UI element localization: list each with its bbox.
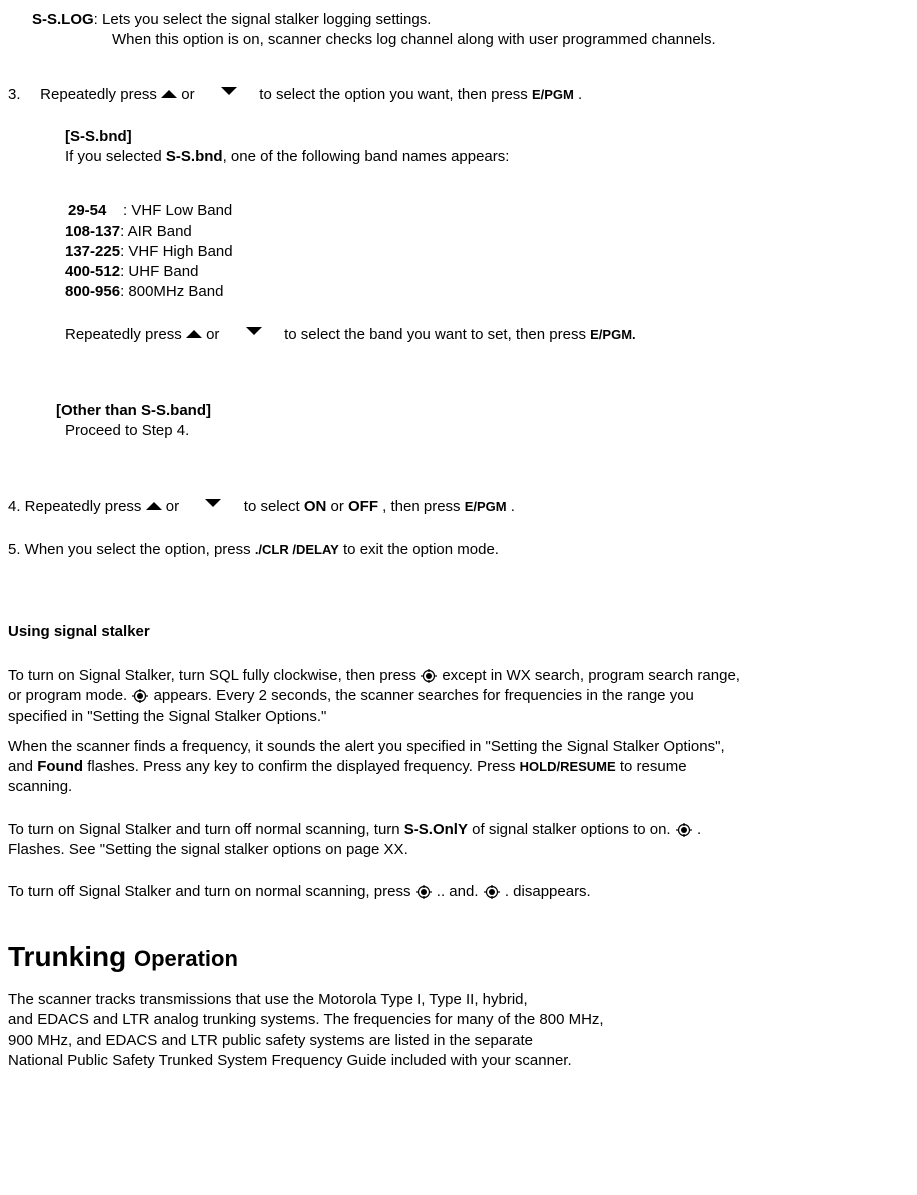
- trunking-l3: 900 MHz, and EDACS and LTR public safety…: [8, 1031, 908, 1051]
- using-p3-l2: Flashes. See "Setting the signal stalker…: [8, 840, 908, 860]
- down-arrow-icon: [246, 327, 262, 335]
- band-range: 400-512: [65, 262, 120, 282]
- band-row: 29-54 : VHF Low Band: [68, 201, 908, 221]
- band-row: 108-137: AIR Band: [65, 222, 908, 242]
- signal-stalker-icon: [676, 823, 692, 837]
- step3-key: E/PGM: [532, 87, 574, 102]
- using-p3-l1: To turn on Signal Stalker and turn off n…: [8, 820, 908, 840]
- using-p2-l1: When the scanner finds a frequency, it s…: [8, 737, 908, 757]
- trunking-l1: The scanner tracks transmissions that us…: [8, 990, 908, 1010]
- using-p1-l1: To turn on Signal Stalker, turn SQL full…: [8, 666, 908, 686]
- down-arrow-icon: [221, 87, 237, 95]
- sslog-line1: S-S.LOG: Lets you select the signal stal…: [32, 10, 908, 30]
- band-row: 137-225: VHF High Band: [65, 242, 908, 262]
- step3-pre: Repeatedly press: [40, 86, 161, 103]
- up-arrow-icon: [146, 502, 162, 510]
- using-p4: To turn off Signal Stalker and turn on n…: [8, 882, 908, 902]
- band-range: 108-137: [65, 222, 120, 242]
- bandpress: Repeatedly press or to select the band y…: [65, 325, 908, 345]
- band-range: 137-225: [65, 242, 120, 262]
- ssbnd-header: [S-S.bnd]: [65, 127, 908, 147]
- other-line: Proceed to Step 4.: [65, 421, 908, 441]
- down-arrow-icon: [205, 499, 221, 507]
- signal-stalker-icon: [416, 885, 432, 899]
- ssbnd-line: If you selected S-S.bnd, one of the foll…: [65, 147, 908, 167]
- sslog-label: S-S.LOG: [32, 11, 94, 28]
- using-p2-l2: and Found flashes. Press any key to conf…: [8, 757, 908, 777]
- band-name: : VHF Low Band: [123, 202, 232, 219]
- trunking-heading: Trunking Operation: [8, 938, 908, 976]
- step5: 5. When you select the option, press ./C…: [8, 540, 908, 560]
- band-row: 800-956: 800MHz Band: [65, 282, 908, 302]
- using-p2-l3: scanning.: [8, 777, 908, 797]
- using-header: Using signal stalker: [8, 622, 908, 642]
- band-name: : VHF High Band: [120, 243, 233, 260]
- signal-stalker-icon: [484, 885, 500, 899]
- band-name: : UHF Band: [120, 263, 198, 280]
- signal-stalker-icon: [421, 669, 437, 683]
- sslog-line2: When this option is on, scanner checks l…: [112, 30, 908, 50]
- band-name: : 800MHz Band: [120, 283, 223, 300]
- band-name: : AIR Band: [120, 223, 192, 240]
- step3-mid: or: [181, 86, 194, 103]
- step3-num: 3.: [8, 85, 36, 105]
- using-p1-l3: specified in "Setting the Signal Stalker…: [8, 707, 908, 727]
- using-p1-l2: or program mode. appears. Every 2 second…: [8, 686, 908, 706]
- band-row: 400-512: UHF Band: [65, 262, 908, 282]
- trunking-l4: National Public Safety Trunked System Fr…: [8, 1051, 908, 1071]
- other-header: [Other than S-S.band]: [56, 401, 908, 421]
- sslog-desc: : Lets you select the signal stalker log…: [94, 11, 432, 28]
- step4: 4. Repeatedly press or to select ON or O…: [8, 497, 908, 517]
- band-range: 800-956: [65, 282, 120, 302]
- step3-end: .: [578, 86, 582, 103]
- band-range: 29-54: [68, 201, 106, 221]
- up-arrow-icon: [186, 330, 202, 338]
- step3-post: to select the option you want, then pres…: [259, 86, 532, 103]
- up-arrow-icon: [161, 90, 177, 98]
- step3: 3. Repeatedly press or to select the opt…: [8, 85, 908, 105]
- signal-stalker-icon: [132, 689, 148, 703]
- trunking-l2: and EDACS and LTR analog trunking system…: [8, 1010, 908, 1030]
